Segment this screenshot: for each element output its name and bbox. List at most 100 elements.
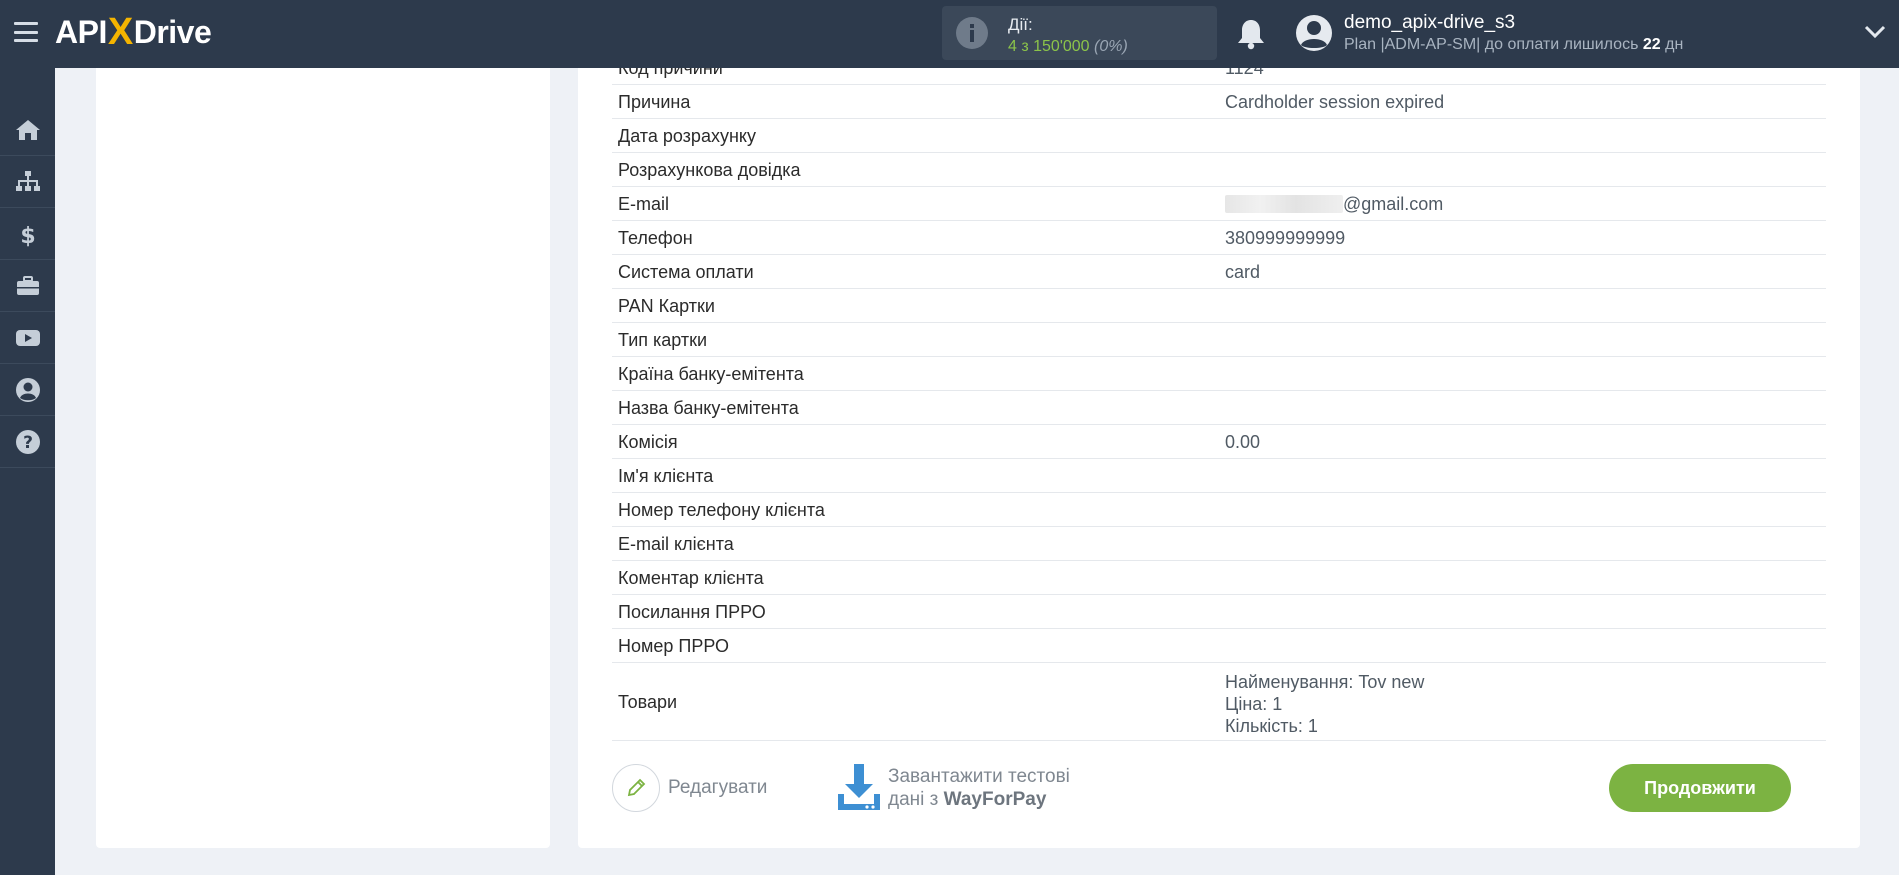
table-row: Посилання ПРРО	[612, 595, 1826, 629]
sidebar-item-video[interactable]	[0, 312, 55, 364]
field-value-email: @gmail.com	[1225, 187, 1443, 221]
field-value: card	[1225, 262, 1261, 282]
table-row: Розрахункова довідка	[612, 153, 1826, 187]
briefcase-icon	[16, 275, 39, 295]
sidebar: $ ?	[0, 68, 55, 875]
table-row: PAN Картки	[612, 289, 1826, 323]
field-value: Cardholder session expired	[1225, 92, 1445, 112]
info-icon	[956, 17, 988, 49]
field-key: Тип картки	[618, 330, 708, 350]
table-row: Коментар клієнта	[612, 561, 1826, 595]
field-value-products: Найменування: Tov new Ціна: 1 Кількість:…	[1225, 671, 1424, 737]
table-row: E-mail клієнта	[612, 527, 1826, 561]
chevron-down-icon[interactable]	[1864, 24, 1886, 40]
pencil-icon	[627, 778, 646, 797]
table-row: Ім'я клієнта	[612, 459, 1826, 493]
dollar-icon: $	[20, 224, 35, 247]
bell-icon[interactable]	[1236, 18, 1266, 50]
actions-label: Дії:	[1008, 15, 1033, 34]
download-test-data-button[interactable]: Завантажити тестові дані з WayForPay	[836, 764, 1070, 812]
field-key: Коментар клієнта	[618, 568, 764, 588]
download-line-1: Завантажити тестові	[888, 766, 1070, 787]
plan-suffix: дн	[1660, 36, 1684, 53]
menu-icon[interactable]	[14, 22, 38, 42]
svg-text:?: ?	[23, 433, 33, 453]
download-line-2: дані з WayForPay	[888, 788, 1070, 811]
edit-button[interactable]: Редагувати	[612, 764, 767, 812]
table-row: Телефон 380999999999	[612, 221, 1826, 255]
sidebar-item-connections[interactable]	[0, 156, 55, 208]
table-row: Система оплати card	[612, 255, 1826, 289]
sidebar-item-help[interactable]: ?	[0, 416, 55, 468]
logo-text-right: Drive	[133, 13, 212, 50]
plan-prefix: Plan |ADM-AP-SM| до оплати лишилось	[1344, 36, 1643, 53]
table-row: Товари Найменування: Tov new Ціна: 1 Кіл…	[612, 663, 1826, 741]
actions-counter[interactable]: Дії: 4 з 150'000 (0%)	[942, 6, 1217, 60]
continue-button[interactable]: Продовжити	[1609, 764, 1791, 812]
table-row: E-mail @gmail.com	[612, 187, 1826, 221]
field-key: Розрахункова довідка	[618, 160, 801, 180]
plan-days: 22	[1642, 36, 1661, 53]
product-name: Найменування: Tov new	[1225, 672, 1425, 692]
field-value: 0.00	[1225, 432, 1261, 452]
field-value: 380999999999	[1225, 228, 1346, 248]
field-key: Країна банку-емітента	[618, 364, 804, 384]
question-icon: ?	[15, 429, 40, 454]
logo-text-left: API	[55, 13, 107, 50]
product-price: Ціна: 1	[1225, 694, 1283, 714]
sitemap-icon	[15, 170, 40, 191]
field-value: 1124	[1225, 68, 1264, 78]
field-key: E-mail клієнта	[618, 534, 734, 554]
left-panel	[96, 68, 550, 848]
field-key: Система оплати	[618, 262, 754, 282]
field-table: Код причини 1124 Причина Cardholder sessio…	[612, 68, 1826, 741]
field-key: Дата розрахунку	[618, 126, 756, 146]
email-domain: @gmail.com	[1343, 194, 1444, 214]
actions-percent: (0%)	[1094, 38, 1128, 55]
field-key: Комісія	[618, 432, 678, 452]
field-key: PAN Картки	[618, 296, 715, 316]
sidebar-item-services[interactable]	[0, 260, 55, 312]
sidebar-item-home[interactable]	[0, 104, 55, 156]
table-row: Номер ПРРО	[612, 629, 1826, 663]
actions-count: 4 з 150'000	[1008, 38, 1090, 55]
product-quantity: Кількість: 1	[1225, 716, 1318, 736]
download-source: WayForPay	[943, 789, 1047, 810]
test-data-card: Код причини 1124 Причина Cardholder sessio…	[578, 68, 1860, 848]
table-row: Код причини 1124	[612, 68, 1826, 85]
field-key: Номер телефону клієнта	[618, 500, 825, 520]
table-row: Причина Cardholder session expired	[612, 85, 1826, 119]
table-row: Назва банку-емітента	[612, 391, 1826, 425]
svg-text:$: $	[20, 224, 35, 247]
redacted-email	[1225, 195, 1343, 213]
sidebar-item-billing[interactable]: $	[0, 208, 55, 260]
table-row: Комісія 0.00	[612, 425, 1826, 459]
download-icon	[838, 764, 880, 810]
table-row: Номер телефону клієнта	[612, 493, 1826, 527]
sidebar-item-profile[interactable]	[0, 364, 55, 416]
user-circle-icon	[15, 377, 40, 402]
actions-value: 4 з 150'000 (0%)	[1008, 38, 1128, 56]
edit-circle	[612, 764, 660, 812]
user-plan: Plan |ADM-AP-SM| до оплати лишилось 22 д…	[1344, 36, 1683, 54]
user-name[interactable]: demo_apix-drive_s3	[1344, 12, 1515, 34]
apix-drive-logo[interactable]: API X Drive	[55, 10, 212, 54]
field-key: Номер ПРРО	[618, 636, 729, 656]
download-text: Завантажити тестові дані з WayForPay	[888, 765, 1070, 811]
table-row: Тип картки	[612, 323, 1826, 357]
field-key: Причина	[618, 92, 691, 112]
field-key: E-mail	[618, 194, 670, 214]
download-prefix: дані з	[888, 789, 944, 810]
logo-text-x: X	[107, 10, 133, 53]
field-key: Назва банку-емітента	[618, 398, 799, 418]
edit-label: Редагувати	[668, 777, 768, 798]
home-icon	[15, 119, 40, 140]
avatar[interactable]	[1295, 14, 1333, 52]
field-key: Посилання ПРРО	[618, 602, 766, 622]
field-key: Код причини	[618, 68, 723, 78]
field-key: Товари	[618, 692, 678, 712]
top-bar: API X Drive Дії: 4 з 150'000 (0%) demo_api…	[0, 0, 1899, 68]
table-row: Країна банку-емітента	[612, 357, 1826, 391]
youtube-icon	[15, 329, 40, 346]
field-key: Телефон	[618, 228, 693, 248]
